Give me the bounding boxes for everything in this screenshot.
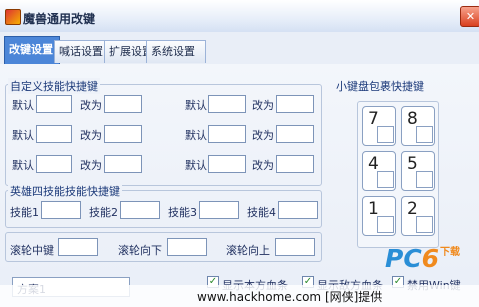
wheel-up-input[interactable] (275, 238, 315, 256)
change-key-input[interactable] (104, 155, 142, 173)
app-icon (5, 9, 21, 25)
watermark-sub: 下载 (440, 247, 460, 258)
default-label: 默认 (12, 159, 34, 172)
change-label: 改为 (80, 99, 102, 112)
custom-skills-legend: 自定义技能快捷键 (8, 78, 100, 94)
default-key-input[interactable] (36, 95, 72, 113)
numpad-8-key[interactable]: 8 (401, 106, 435, 146)
default-key-input[interactable] (36, 155, 72, 173)
default-key-input[interactable] (208, 95, 246, 113)
numpad-4-input[interactable] (377, 171, 394, 188)
tab-key-settings[interactable]: 改键设置 (4, 36, 60, 65)
hero-skill-4-input[interactable] (278, 201, 318, 219)
change-label: 改为 (252, 99, 274, 112)
watermark-six-text: 6 (421, 244, 440, 273)
hero-skill-1-input[interactable] (41, 201, 81, 219)
default-label: 默认 (185, 129, 207, 142)
numpad-2-key[interactable]: 2 (401, 196, 435, 236)
change-label: 改为 (80, 129, 102, 142)
hero-skill-2-label: 技能2 (89, 206, 118, 219)
numpad-1-input[interactable] (377, 216, 394, 233)
tab-system-settings[interactable]: 系统设置 (146, 40, 206, 63)
change-key-input[interactable] (104, 95, 142, 113)
wheel-middle-input[interactable] (58, 238, 98, 256)
wheel-down-input[interactable] (167, 238, 207, 256)
numpad-8-input[interactable] (416, 126, 433, 143)
change-key-input[interactable] (104, 125, 142, 143)
default-key-input[interactable] (36, 125, 72, 143)
tab-strip: 改键设置 喊话设置 扩展设置 系统设置 (0, 32, 479, 65)
default-key-input[interactable] (208, 125, 246, 143)
hero-skill-1-label: 技能1 (10, 206, 39, 219)
wheel-middle-label: 滚轮中键 (10, 244, 54, 257)
change-key-input[interactable] (276, 125, 314, 143)
numpad-5-input[interactable] (416, 171, 433, 188)
change-label: 改为 (80, 159, 102, 172)
hero-skills-legend: 英雄四技能技能快捷键 (8, 183, 122, 199)
numpad-7-input[interactable] (377, 126, 394, 143)
window-title: 魔兽通用改键 (23, 12, 96, 26)
change-label: 改为 (252, 129, 274, 142)
hero-skill-2-input[interactable] (120, 201, 160, 219)
numpad-4-key[interactable]: 4 (362, 151, 396, 191)
change-label: 改为 (252, 159, 274, 172)
wheel-down-label: 滚轮向下 (118, 244, 162, 257)
default-label: 默认 (185, 159, 207, 172)
default-label: 默认 (185, 99, 207, 112)
watermark-pc-text: PC (385, 244, 422, 273)
numpad-1-key[interactable]: 1 (362, 196, 396, 236)
default-key-input[interactable] (208, 155, 246, 173)
default-label: 默认 (12, 99, 34, 112)
numpad-2-input[interactable] (416, 216, 433, 233)
change-key-input[interactable] (276, 95, 314, 113)
numpad-7-key[interactable]: 7 (362, 106, 396, 146)
wheel-up-label: 滚轮向上 (226, 244, 270, 257)
watermark-logo: PC6 (385, 244, 439, 273)
change-key-input[interactable] (276, 155, 314, 173)
close-button[interactable]: ✕ (460, 6, 479, 27)
hero-skill-4-label: 技能4 (247, 206, 276, 219)
hero-skill-3-input[interactable] (199, 201, 239, 219)
footer-text: www.hackhome.com [网侠]提供 (197, 290, 383, 304)
default-label: 默认 (12, 129, 34, 142)
keypad-legend: 小键盘包裹快捷键 (336, 80, 424, 93)
numpad-5-key[interactable]: 5 (401, 151, 435, 191)
hero-skill-3-label: 技能3 (168, 206, 197, 219)
